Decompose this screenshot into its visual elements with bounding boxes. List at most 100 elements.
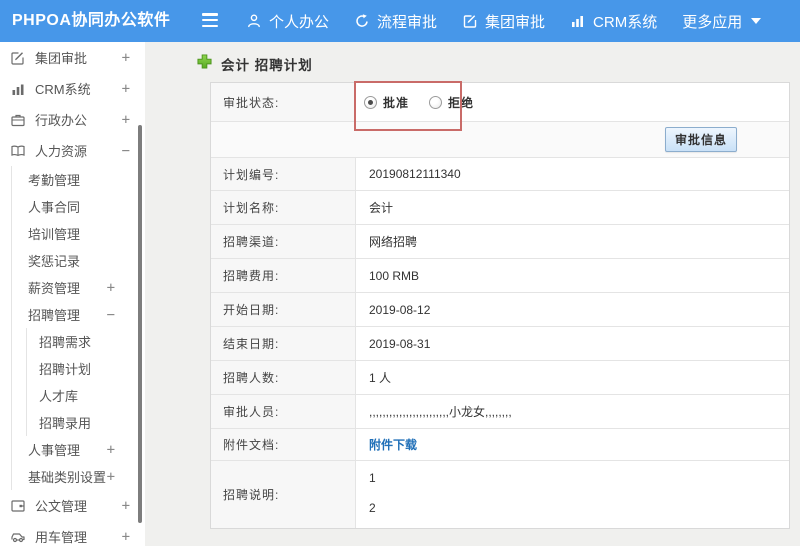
field-value: 2019-08-12 (369, 302, 431, 317)
nav-label: 流程审批 (377, 13, 438, 31)
sidebar: 集团审批 + CRM系统 + 行政办公 + 人力资源 − 考勤管理 人事合同 培… (0, 42, 145, 546)
field-value: ,,,,,,,,,,,,,,,,,,,,,,,,小龙女,,,,,,,, (369, 405, 512, 419)
field-value: 1 人 (369, 371, 392, 385)
nav-label: 集团审批 (485, 13, 546, 31)
field-label: 附件文档: (211, 429, 356, 460)
field-value: 2019-08-31 (369, 336, 431, 351)
edit-square-icon (10, 50, 26, 66)
bar-chart-icon (10, 81, 26, 97)
sidebar-item-salary[interactable]: 薪资管理 + (12, 274, 145, 301)
field-value: 会计 (369, 201, 394, 215)
nav-personal-office[interactable]: 个人办公 (246, 11, 329, 32)
field-label: 审批人员: (211, 395, 356, 428)
table-row-attachment: 附件文档: 附件下载 (211, 429, 789, 461)
bar-chart-icon (570, 13, 586, 29)
main-content: 会计 招聘计划 审批状态: 批准 拒绝 审批信息 计划编号: 201908121… (145, 42, 800, 546)
nav-more-apps[interactable]: 更多应用 (682, 11, 762, 32)
top-nav-bar: PHPOA协同办公软件 个人办公 流程审批 集团审批 CRM系统 更多应用 (0, 0, 800, 42)
sidebar-item-admin-office[interactable]: 行政办公 + (0, 104, 145, 135)
reject-radio[interactable] (429, 95, 443, 109)
nav-label: 个人办公 (269, 13, 330, 31)
field-label: 招聘人数: (211, 361, 356, 394)
sidebar-item-crm[interactable]: CRM系统 + (0, 73, 145, 104)
field-label: 开始日期: (211, 293, 356, 326)
edit-icon (462, 13, 478, 29)
app-title: PHPOA协同办公软件 (12, 12, 171, 29)
radio-label: 批准 (383, 95, 410, 110)
sidebar-item-base-category[interactable]: 基础类别设置 + (12, 463, 145, 490)
table-row-cost: 招聘费用: 100 RMB (211, 259, 789, 293)
sidebar-item-hr-contract[interactable]: 人事合同 (12, 193, 145, 220)
expand-icon[interactable]: + (107, 442, 115, 458)
expand-icon[interactable]: + (107, 469, 115, 485)
nav-group-approval[interactable]: 集团审批 (462, 11, 545, 32)
document-icon (10, 498, 26, 514)
cycle-icon (354, 13, 370, 29)
approval-info-button[interactable]: 审批信息 (664, 127, 737, 152)
table-row-end-date: 结束日期: 2019-08-31 (211, 327, 789, 361)
collapse-icon[interactable]: − (107, 307, 115, 323)
sidebar-item-talent-pool[interactable]: 人才库 (27, 382, 145, 409)
table-row-headcount: 招聘人数: 1 人 (211, 361, 789, 395)
top-nav: 个人办公 流程审批 集团审批 CRM系统 更多应用 (246, 0, 762, 42)
expand-icon[interactable]: + (122, 529, 130, 545)
approval-status-row: 审批状态: 批准 拒绝 (211, 83, 789, 122)
radio-label: 拒绝 (448, 95, 475, 110)
field-label: 审批状态: (211, 83, 356, 121)
sidebar-item-recruit-plan[interactable]: 招聘计划 (27, 355, 145, 382)
table-row-start-date: 开始日期: 2019-08-12 (211, 293, 789, 327)
nav-crm-system[interactable]: CRM系统 (570, 11, 657, 32)
car-icon (10, 529, 26, 545)
collapse-icon[interactable]: − (122, 143, 130, 159)
table-row-description: 招聘说明: 1 2 (211, 461, 789, 528)
field-label: 计划编号: (211, 158, 356, 190)
nav-process-approval[interactable]: 流程审批 (354, 11, 437, 32)
sidebar-item-attendance[interactable]: 考勤管理 (12, 166, 145, 193)
sidebar-item-group-approval[interactable]: 集团审批 + (0, 42, 145, 73)
recruit-plan-form: 审批状态: 批准 拒绝 审批信息 计划编号: 20190812111340 计划… (210, 81, 790, 529)
field-label: 计划名称: (211, 191, 356, 224)
field-label: 结束日期: (211, 327, 356, 360)
table-row-approvers: 审批人员: ,,,,,,,,,,,,,,,,,,,,,,,,小龙女,,,,,,,… (211, 395, 789, 429)
sidebar-item-recruit-demand[interactable]: 招聘需求 (27, 328, 145, 355)
expand-icon[interactable]: + (107, 280, 115, 296)
table-row-plan-name: 计划名称: 会计 (211, 191, 789, 225)
sidebar-item-recruit-hire[interactable]: 招聘录用 (27, 409, 145, 436)
approval-button-row: 审批信息 (211, 122, 789, 158)
field-value: 20190812111340 (369, 167, 461, 181)
page-title: 会计 招聘计划 (197, 54, 313, 74)
caret-down-icon (751, 18, 762, 24)
expand-icon[interactable]: + (122, 81, 130, 97)
sidebar-item-training[interactable]: 培训管理 (12, 220, 145, 247)
approval-options: 批准 拒绝 (356, 83, 789, 121)
description-line: 1 (369, 471, 376, 485)
field-value: 1 2 (356, 461, 789, 528)
user-icon (246, 13, 262, 29)
nav-label: 更多应用 (682, 13, 743, 31)
description-line: 2 (369, 501, 376, 515)
sidebar-scrollbar[interactable] (138, 125, 142, 523)
field-value: 网络招聘 (369, 235, 418, 249)
expand-icon[interactable]: + (122, 50, 130, 66)
sidebar-item-documents[interactable]: 公文管理 + (0, 490, 145, 521)
table-row-channel: 招聘渠道: 网络招聘 (211, 225, 789, 259)
nav-label: CRM系统 (593, 13, 658, 31)
sidebar-item-vehicles[interactable]: 用车管理 + (0, 521, 145, 546)
field-label: 招聘渠道: (211, 225, 356, 258)
sidebar-item-human-resources[interactable]: 人力资源 − (0, 135, 145, 166)
recruit-submenu: 招聘需求 招聘计划 人才库 招聘录用 (26, 328, 145, 436)
book-icon (10, 143, 26, 159)
field-label: 招聘费用: (211, 259, 356, 292)
sidebar-item-personnel-mgmt[interactable]: 人事管理 + (12, 436, 145, 463)
hr-submenu: 考勤管理 人事合同 培训管理 奖惩记录 薪资管理 + 招聘管理 − 招聘需求 招… (11, 166, 145, 490)
expand-icon[interactable]: + (122, 498, 130, 514)
approve-radio[interactable] (364, 95, 377, 109)
menu-toggle-icon[interactable] (202, 13, 218, 27)
expand-icon[interactable]: + (122, 112, 130, 128)
attachment-download-link[interactable]: 附件下载 (369, 436, 417, 453)
briefcase-icon (10, 112, 26, 128)
sidebar-item-recruit-mgmt[interactable]: 招聘管理 − (12, 301, 145, 328)
field-label: 招聘说明: (211, 461, 356, 528)
add-icon[interactable] (197, 54, 212, 74)
sidebar-item-rewards[interactable]: 奖惩记录 (12, 247, 145, 274)
